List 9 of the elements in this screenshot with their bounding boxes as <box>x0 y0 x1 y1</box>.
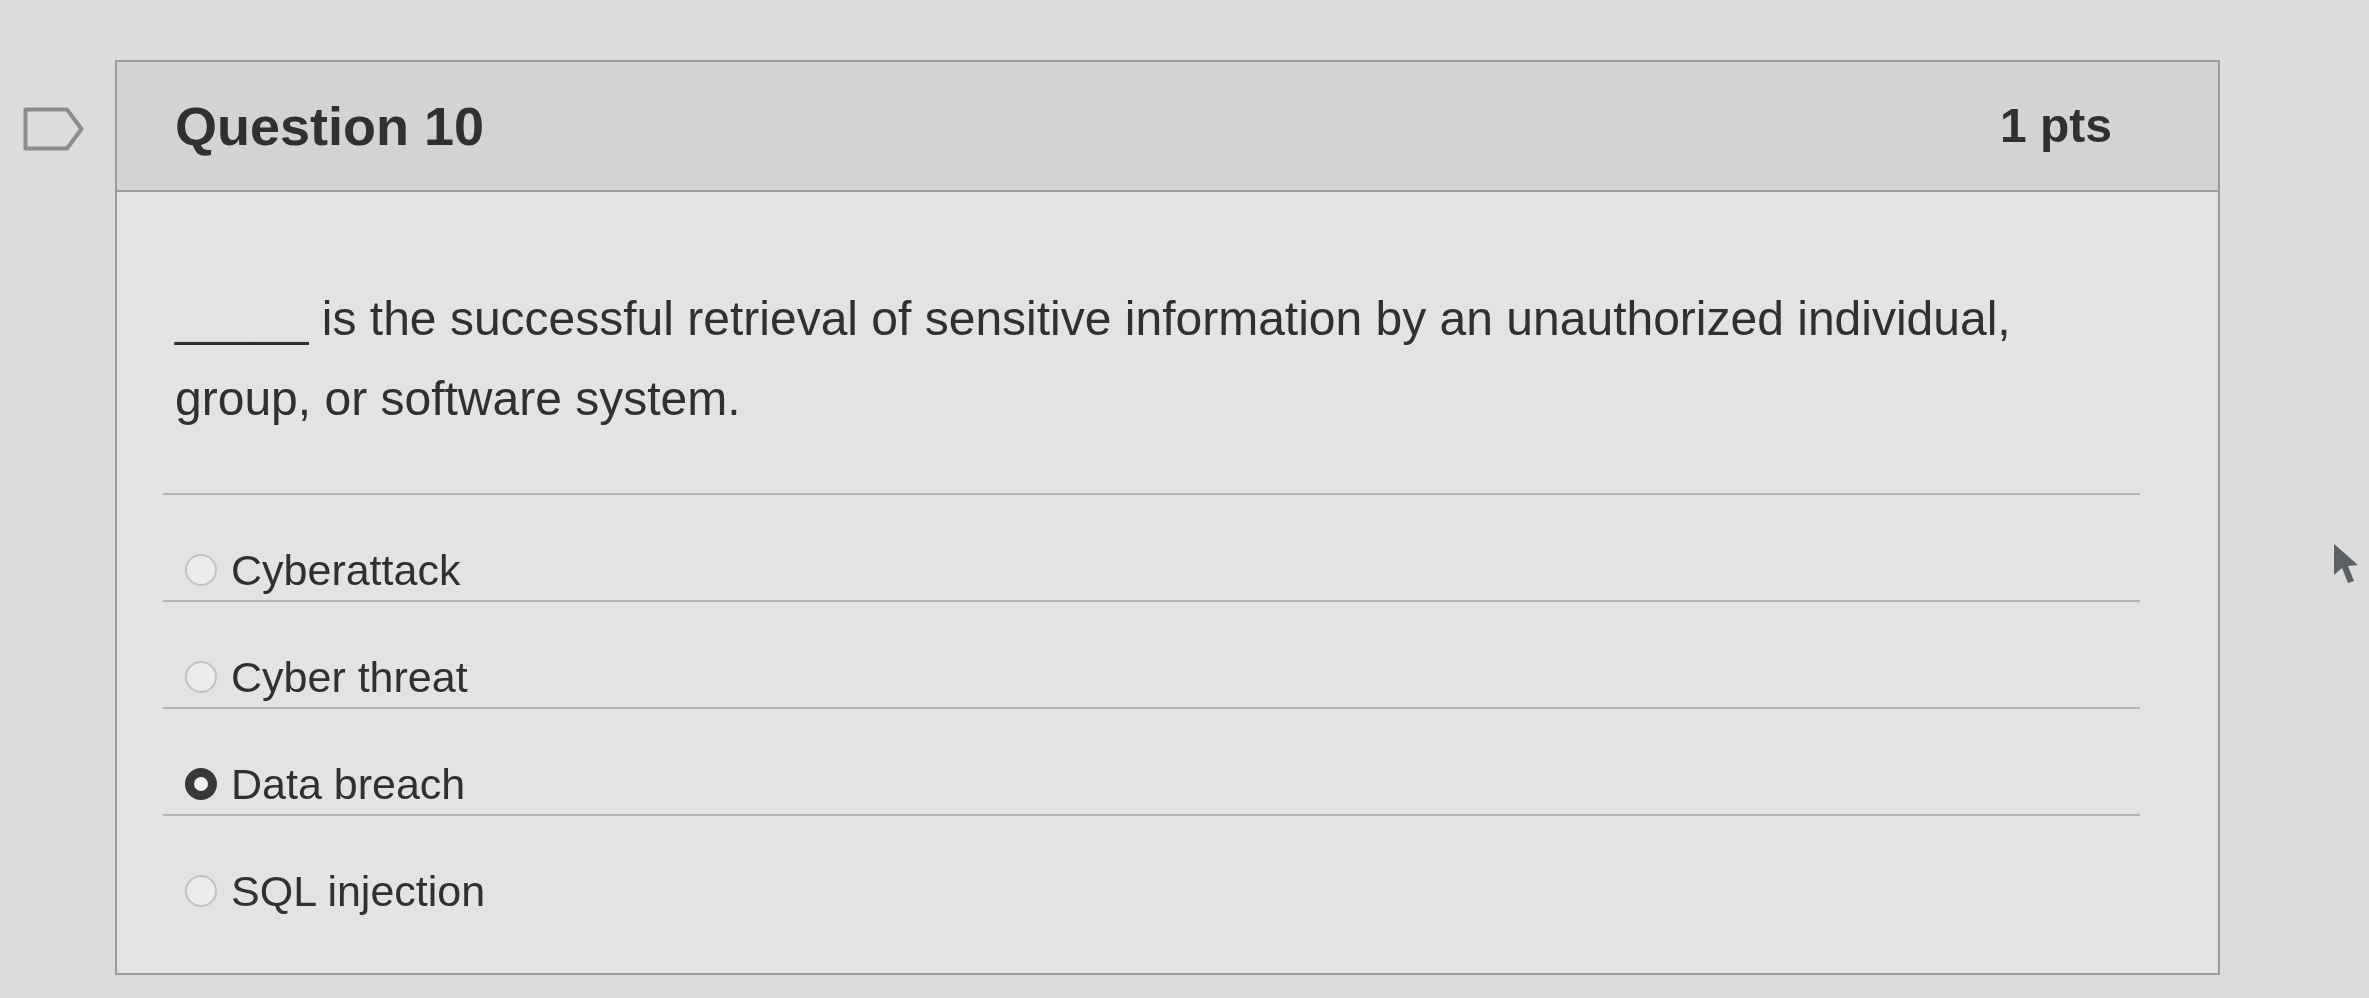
radio-button[interactable] <box>185 768 217 800</box>
flag-icon[interactable] <box>23 107 84 151</box>
option-label[interactable]: Data breach <box>231 759 466 809</box>
mouse-pointer-icon <box>2333 543 2359 583</box>
option-label[interactable]: SQL injection <box>231 866 486 916</box>
question-text: _____ is the successful retrieval of sensitive information by an unauthorized individual, group, or software system. <box>175 291 2012 427</box>
points-label: 1 pts <box>1999 102 2112 150</box>
option-label[interactable]: Cyberattack <box>231 545 461 595</box>
option-label[interactable]: Cyber threat <box>231 652 468 702</box>
